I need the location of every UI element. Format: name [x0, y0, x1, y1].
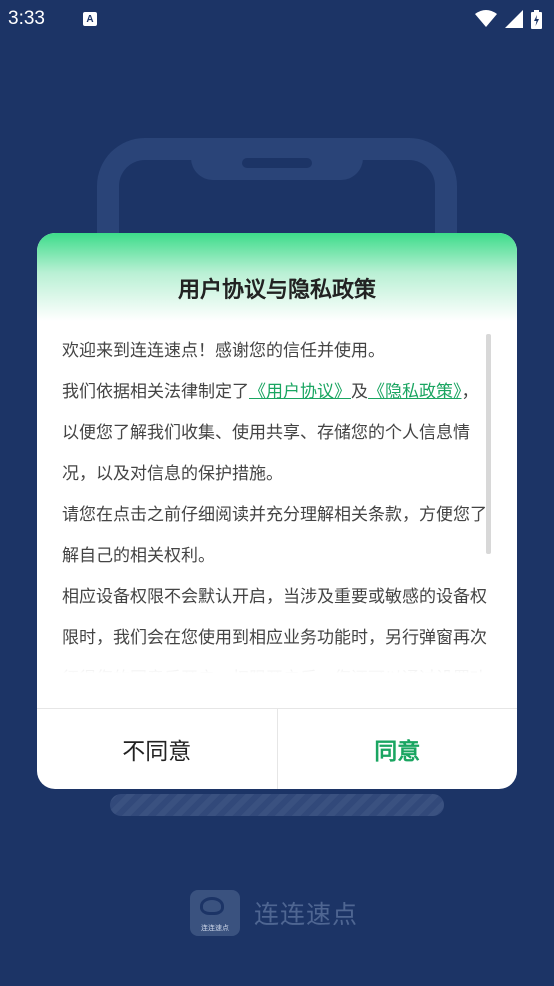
loading-progress-bar [110, 794, 444, 816]
agree-button[interactable]: 同意 [278, 709, 518, 789]
background-phone-speaker [242, 158, 312, 168]
law-paragraph-and: 及 [351, 382, 368, 402]
agreement-dialog: 用户协议与隐私政策 欢迎来到连连速点！感谢您的信任并使用。 我们依据相关法律制定… [37, 233, 517, 789]
privacy-policy-link[interactable]: 《隐私政策》 [368, 382, 462, 402]
app-logo-icon: 连连速点 [190, 890, 240, 936]
dialog-header: 用户协议与隐私政策 [37, 233, 517, 321]
law-paragraph-prefix: 我们依据相关法律制定了 [62, 382, 249, 402]
app-name: 连连速点 [254, 900, 359, 929]
law-paragraph: 我们依据相关法律制定了《用户协议》及《隐私政策》，以便您了解我们收集、使用共享、… [62, 372, 491, 495]
dialog-content: 欢迎来到连连速点！感谢您的信任并使用。 我们依据相关法律制定了《用户协议》及《隐… [37, 321, 517, 673]
read-carefully-paragraph: 请您在点击之前仔细阅读并充分理解相关条款，方便您了解自己的相关权利。 [62, 505, 487, 566]
status-time: 3:33 [8, 8, 45, 29]
dialog-actions: 不同意 同意 [37, 708, 517, 789]
brand-footer: 连连速点 连连速点 [190, 890, 358, 936]
app-logo-text: 连连速点 [201, 924, 229, 932]
signal-icon [505, 10, 523, 28]
welcome-paragraph: 欢迎来到连连速点！感谢您的信任并使用。 [62, 341, 385, 361]
status-bar: 3:33 A [0, 0, 554, 38]
disagree-button[interactable]: 不同意 [37, 709, 278, 789]
status-icons [475, 9, 542, 29]
wifi-icon [475, 10, 497, 27]
battery-charging-icon [531, 9, 542, 29]
dialog-scroll-area[interactable]: 欢迎来到连连速点！感谢您的信任并使用。 我们依据相关法律制定了《用户协议》及《隐… [37, 321, 517, 673]
dialog-scrollbar[interactable] [486, 334, 491, 554]
user-agreement-link[interactable]: 《用户协议》 [249, 382, 351, 402]
content-fade [37, 649, 517, 673]
dialog-title: 用户协议与隐私政策 [177, 278, 376, 303]
notification-a-icon: A [82, 12, 97, 26]
